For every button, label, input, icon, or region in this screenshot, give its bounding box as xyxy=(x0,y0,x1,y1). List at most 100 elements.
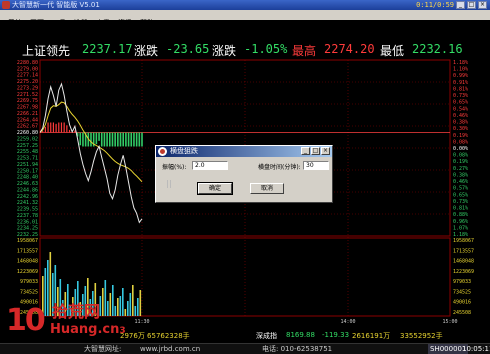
price-tick-label: 2266.21 xyxy=(17,111,38,117)
price-line xyxy=(39,82,143,224)
pct-tick-label: 0.00% xyxy=(453,146,468,152)
volume-tick-label: 979033 xyxy=(453,279,471,285)
sz-index-change: -119.33 xyxy=(322,331,350,339)
watermark-url: Huang.cn3 xyxy=(50,322,126,337)
dialog-titlebar: 横盘狙跌 _ □ × xyxy=(156,146,332,157)
volume-tick-label: 1713557 xyxy=(453,248,474,254)
pct-tick-label: 0.30% xyxy=(453,126,468,132)
pct-tick-label: 0.91% xyxy=(453,80,468,86)
pct-tick-label: 0.19% xyxy=(453,159,468,165)
window-title: 大智慧新一代 智能版 V5.01 xyxy=(12,1,100,9)
pct-tick-label: 1.18% xyxy=(453,60,468,66)
price-tick-label: 2273.29 xyxy=(17,85,38,91)
price-tick-label: 2234.25 xyxy=(17,226,38,232)
price-tick-label: 2248.40 xyxy=(17,175,38,181)
pct-tick-label: 0.54% xyxy=(453,106,468,112)
low-value: 2232.16 xyxy=(412,42,463,56)
pct-tick-label: 0.46% xyxy=(453,113,468,119)
volume-bar xyxy=(139,290,142,316)
pct-tick-label: 0.73% xyxy=(453,199,468,205)
price-tick-label: 2280.80 xyxy=(17,60,38,66)
quote-header: 上证领先 2237.17 涨跌 -23.65 涨跌 -1.05% 最高 2274… xyxy=(0,20,490,58)
volume-tick-label: 1713557 xyxy=(17,248,38,254)
dialog-window-buttons: _ □ × xyxy=(300,147,330,158)
pct-tick-label: 0.38% xyxy=(453,120,468,126)
time-tick-label: 11:30 xyxy=(134,319,149,325)
price-tick-label: 2246.63 xyxy=(17,181,38,187)
pct-tick-label: 0.08% xyxy=(453,153,468,159)
volume-bar xyxy=(137,298,139,316)
index-price: 2237.17 xyxy=(82,42,133,56)
maximize-button[interactable]: □ xyxy=(467,1,476,9)
text-cursor-icon xyxy=(167,180,171,188)
price-tick-label: 2237.78 xyxy=(17,213,38,219)
close-button[interactable]: × xyxy=(478,1,487,9)
cancel-button[interactable]: 取消 xyxy=(250,183,284,194)
price-tick-label: 2241.32 xyxy=(17,200,38,206)
volume-tick-label: 1958067 xyxy=(453,238,474,244)
price-tick-label: 2259.02 xyxy=(17,136,38,142)
pct-tick-label: 0.19% xyxy=(453,133,468,139)
price-tick-label: 2277.14 xyxy=(17,73,38,79)
sz-index-amount: 2616191万 xyxy=(352,332,391,340)
high-label: 最高 xyxy=(292,44,317,58)
site-watermark-logo: 10 拾荒网 Huang.cn3 xyxy=(6,300,134,350)
time-tick-label: 14:00 xyxy=(340,319,355,325)
price-tick-label: 2271.52 xyxy=(17,92,38,98)
pct-tick-label: 0.81% xyxy=(453,86,468,92)
dialog-close-button[interactable]: × xyxy=(321,147,330,155)
window-titlebar: 大智慧新一代 智能版 V5.01 0:11/0:59 _ □ × xyxy=(0,0,490,10)
sideways-dialog: 横盘狙跌 _ □ × 振幅(%): 2.0 横盘时间(分钟): 30 确定 取消 xyxy=(155,145,333,203)
price-tick-label: 2257.25 xyxy=(17,143,38,149)
price-tick-label: 2269.75 xyxy=(17,98,38,104)
price-tick-label: 2253.71 xyxy=(17,156,38,162)
minimize-button[interactable]: _ xyxy=(456,1,465,9)
pct-tick-label: 0.57% xyxy=(453,186,468,192)
duration-input[interactable]: 30 xyxy=(303,161,329,170)
low-label: 最低 xyxy=(380,44,405,58)
volume-tick-label: 1468048 xyxy=(17,259,38,265)
volume-tick-label: 1468048 xyxy=(453,259,474,265)
pct-value: -1.05% xyxy=(244,42,288,56)
pct-tick-label: 1.07% xyxy=(453,225,468,231)
price-tick-label: 2236.01 xyxy=(17,219,38,225)
pct-tick-label: 0.27% xyxy=(453,166,468,172)
volume-tick-label: 734525 xyxy=(453,289,471,295)
change-value: -23.65 xyxy=(166,42,210,56)
pct-tick-label: 0.73% xyxy=(453,93,468,99)
pct-tick-label: 0.65% xyxy=(453,100,468,106)
dialog-maximize-button[interactable]: □ xyxy=(311,147,320,155)
volume-tick-label: 1223069 xyxy=(17,269,38,275)
volume-tick-label: 734525 xyxy=(20,289,38,295)
volume-tick-label: 979033 xyxy=(20,279,38,285)
amplitude-input[interactable]: 2.0 xyxy=(192,161,228,170)
watermark-number: 10 xyxy=(6,303,46,338)
pct-label: 涨跌 xyxy=(212,44,237,58)
price-tick-label: 2279.00 xyxy=(17,66,38,72)
volume-tick-label: 490016 xyxy=(453,300,471,306)
volume-tick-label: 245508 xyxy=(453,310,471,316)
price-tick-label: 2264.44 xyxy=(17,117,38,123)
duration-label: 横盘时间(分钟): xyxy=(258,164,301,171)
pct-tick-label: 0.38% xyxy=(453,172,468,178)
price-tick-label: 2250.17 xyxy=(17,168,38,174)
watermark-name: 拾荒网 xyxy=(52,302,101,321)
dialog-title: 横盘狙跌 xyxy=(170,147,198,155)
pct-tick-label: 1.10% xyxy=(453,67,468,73)
volume-bar xyxy=(134,306,137,316)
price-tick-label: 2255.48 xyxy=(17,149,38,155)
dialog-app-icon xyxy=(158,147,167,156)
high-value: 2274.20 xyxy=(324,42,375,56)
clock: 0:11/0:59 xyxy=(416,1,454,9)
dialog-minimize-button[interactable]: _ xyxy=(301,147,310,155)
menu-bar: 系统画面工具选股查看资讯帮助 xyxy=(0,10,490,27)
pct-tick-label: 0.65% xyxy=(453,192,468,198)
price-tick-label: 2262.67 xyxy=(17,124,38,130)
volume-tick-label: 1958067 xyxy=(17,238,38,244)
ok-button[interactable]: 确定 xyxy=(197,182,233,195)
price-tick-label: 2244.86 xyxy=(17,187,38,193)
price-tick-label: 2239.55 xyxy=(17,207,38,213)
pct-tick-label: 0.46% xyxy=(453,179,468,185)
amplitude-label: 振幅(%): xyxy=(162,164,187,171)
sz-index-volume: 33552952手 xyxy=(400,332,443,340)
